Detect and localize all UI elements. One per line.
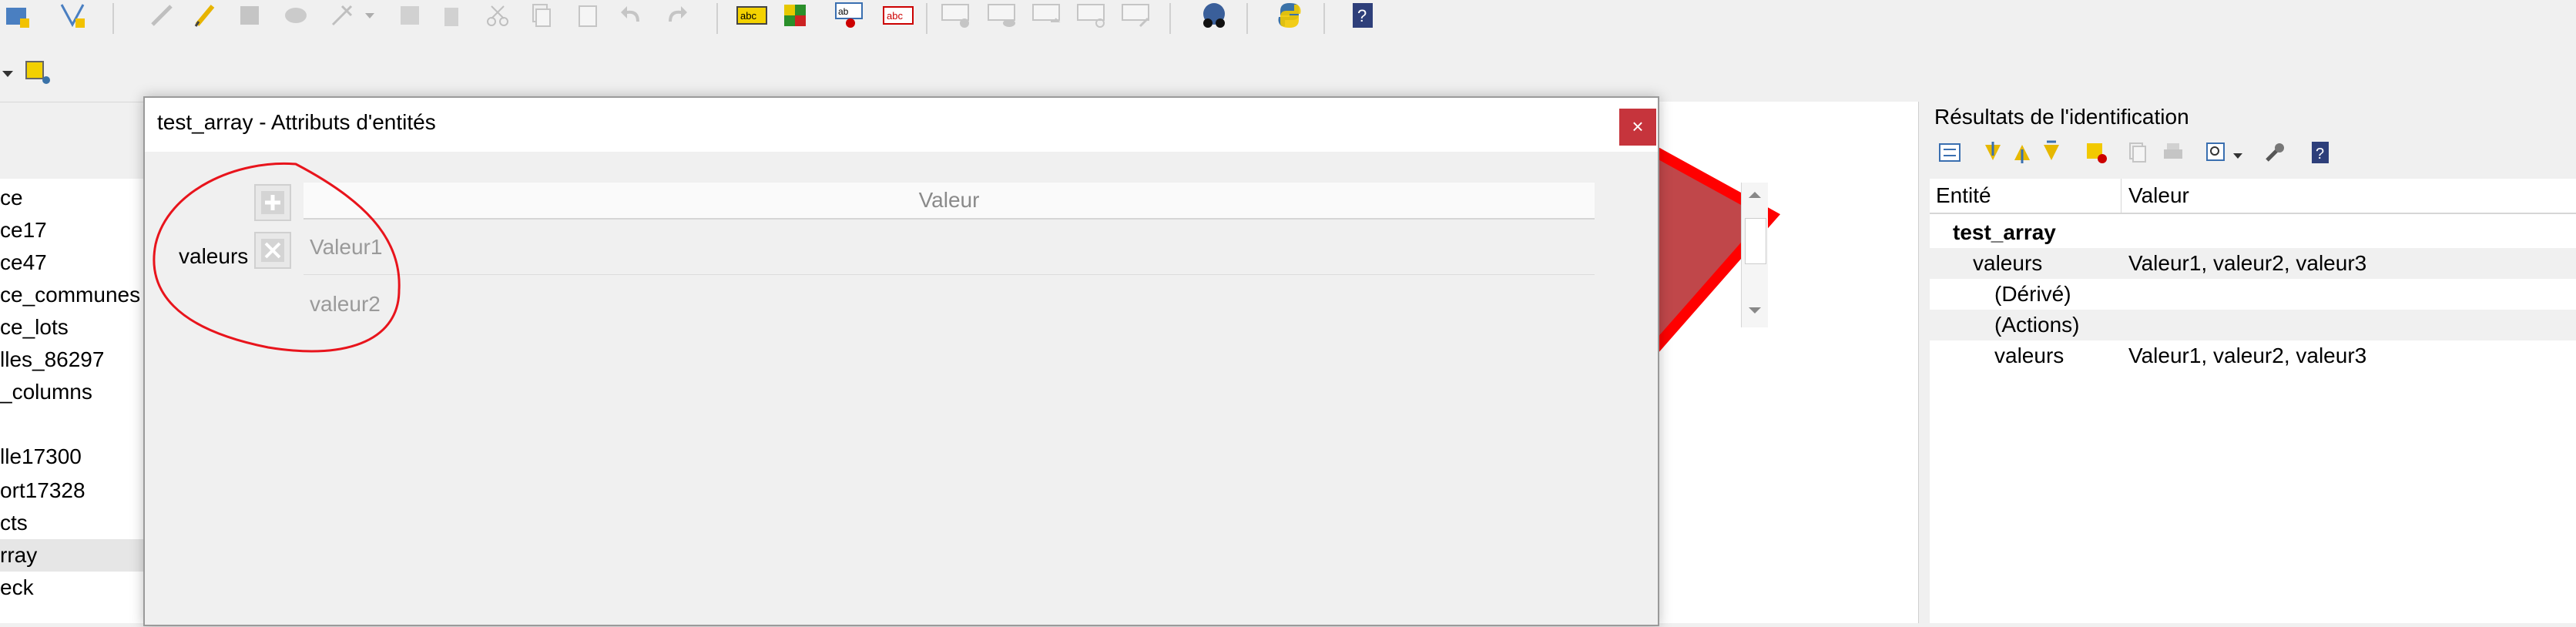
layer-item[interactable]: ce_lots	[0, 311, 143, 344]
table-row[interactable]: valeur2	[304, 277, 1595, 332]
label-move-icon[interactable]	[1032, 0, 1063, 31]
settings-wrench-icon[interactable]	[2259, 137, 2290, 168]
identify-toolbar: ?	[1934, 137, 2566, 171]
paste-icon[interactable]	[572, 0, 602, 31]
tree-row-root[interactable]: test_array	[1930, 217, 2576, 248]
label-disabled-icon[interactable]	[941, 0, 972, 31]
help-icon[interactable]: ?	[1348, 0, 1379, 31]
clear-results-icon[interactable]	[2081, 137, 2111, 168]
tree-root-label: test_array	[1953, 220, 2056, 244]
layer-item[interactable]: lle17300	[0, 441, 143, 473]
close-button[interactable]: ×	[1619, 109, 1656, 146]
copy-icon[interactable]	[2122, 137, 2153, 168]
python-icon[interactable]	[1274, 0, 1305, 31]
dialog-title: test_array - Attributs d'entités	[157, 110, 436, 134]
tree-leaf-value: Valeur1, valeur2, valeur3	[2128, 344, 2367, 367]
undo-icon[interactable]	[616, 0, 647, 31]
modify-attributes-icon[interactable]	[394, 0, 425, 31]
identify-mode-icon[interactable]	[2201, 137, 2232, 168]
scroll-down-icon[interactable]	[1749, 306, 1761, 315]
layer-item[interactable]: lles_86297	[0, 344, 143, 376]
layer-item[interactable]: ce17	[0, 214, 143, 246]
close-icon	[261, 239, 284, 262]
copy-icon[interactable]	[525, 0, 556, 31]
layers-panel: ce ce17 ce47 ce_communes ce_lots lles_86…	[0, 179, 144, 623]
save-edits-icon[interactable]	[234, 0, 265, 31]
panel-title: Résultats de l'identification	[1934, 105, 2189, 129]
dropdown-arrow-icon[interactable]	[0, 59, 15, 89]
expand-tree-icon[interactable]	[1934, 137, 1965, 168]
layer-item[interactable]: cts	[0, 507, 143, 539]
svg-text:abc: abc	[740, 10, 756, 22]
results-tree: Entité Valeur test_array valeurs Valeur1…	[1930, 179, 2576, 623]
tree-derived-label: (Dérivé)	[1994, 282, 2071, 306]
label-rotate-icon[interactable]	[1077, 0, 1108, 31]
layer-item[interactable]: eck	[0, 572, 143, 604]
collapse-all-icon[interactable]	[2007, 137, 2038, 168]
svg-text:abc: abc	[887, 10, 903, 22]
toggle-edit-icon[interactable]	[190, 0, 220, 31]
redo-icon[interactable]	[661, 0, 692, 31]
expand-new-icon[interactable]	[2036, 137, 2067, 168]
label-show-icon[interactable]	[988, 0, 1018, 31]
scroll-up-icon[interactable]	[1749, 190, 1761, 200]
vertical-scrollbar[interactable]	[1741, 183, 1768, 327]
label-change-icon[interactable]	[1122, 0, 1152, 31]
svg-text:?: ?	[2316, 146, 2324, 163]
plus-icon	[261, 191, 284, 214]
help-icon[interactable]: ?	[2306, 137, 2336, 168]
tree-row-leaf[interactable]: valeurs Valeur1, valeur2, valeur3	[1930, 340, 2576, 371]
delete-selected-icon[interactable]	[436, 0, 467, 31]
layer-item[interactable]: ce	[0, 182, 143, 214]
layer-item[interactable]	[0, 408, 143, 441]
field-label-valeurs: valeurs	[179, 244, 249, 268]
label-red-icon[interactable]: abc	[883, 0, 914, 31]
tree-row-derived[interactable]: (Dérivé)	[1930, 279, 2576, 310]
plugin-globe-icon[interactable]	[1199, 0, 1229, 31]
tree-header: Entité Valeur	[1930, 179, 2576, 214]
tree-field-name: valeurs	[1973, 251, 2043, 275]
add-item-button[interactable]	[254, 184, 291, 221]
dropdown-arrow-icon[interactable]	[362, 0, 377, 31]
layer-item[interactable]: ce_communes	[0, 279, 143, 311]
dropdown-arrow-icon[interactable]	[2230, 140, 2246, 171]
layer-item[interactable]: ort17328	[0, 474, 143, 507]
edit-pencil-icon[interactable]	[146, 0, 177, 31]
print-icon[interactable]	[2158, 137, 2189, 168]
layer-item[interactable]: _columns	[0, 376, 143, 408]
svg-text:?: ?	[1357, 6, 1367, 25]
array-values-table: Valeur Valeur1 valeur2	[304, 183, 1768, 327]
column-header-value[interactable]: Valeur	[2128, 179, 2189, 213]
table-row[interactable]: Valeur1	[304, 220, 1595, 275]
main-toolbar: abc ab abc ?	[0, 0, 2576, 40]
style-icon[interactable]	[57, 0, 88, 31]
column-header-entity[interactable]: Entité	[1936, 179, 1991, 213]
diagram-icon[interactable]	[780, 0, 810, 31]
identify-results-panel: Résultats de l'identification ? Entité V…	[1918, 102, 2576, 623]
dialog-titlebar[interactable]: test_array - Attributs d'entités ×	[145, 98, 1658, 152]
feature-attributes-dialog: test_array - Attributs d'entités × valeu…	[143, 96, 1768, 626]
project-icon[interactable]	[2, 0, 32, 31]
vertex-tool-icon[interactable]	[327, 0, 357, 31]
svg-text:ab: ab	[838, 6, 849, 17]
tree-row-field[interactable]: valeurs Valeur1, valeur2, valeur3	[1930, 248, 2576, 279]
add-feature-icon[interactable]	[280, 0, 311, 31]
tree-leaf-name: valeurs	[1994, 344, 2064, 367]
layer-item[interactable]: ce47	[0, 246, 143, 279]
tree-field-value: Valeur1, valeur2, valeur3	[2128, 251, 2367, 275]
label-pin-icon[interactable]: ab	[835, 0, 866, 31]
secondary-toolbar	[0, 46, 2576, 102]
layer-item-selected[interactable]: rray	[0, 539, 143, 572]
identify-feature-icon[interactable]	[23, 57, 54, 88]
column-header-value[interactable]: Valeur	[304, 183, 1595, 220]
tree-row-actions[interactable]: (Actions)	[1930, 310, 2576, 340]
label-abc-icon[interactable]: abc	[736, 0, 767, 31]
expand-all-icon[interactable]	[1977, 137, 2008, 168]
remove-item-button[interactable]	[254, 232, 291, 269]
tree-actions-label: (Actions)	[1994, 313, 2080, 337]
scrollbar-thumb[interactable]	[1745, 218, 1766, 264]
cut-icon[interactable]	[482, 0, 513, 31]
